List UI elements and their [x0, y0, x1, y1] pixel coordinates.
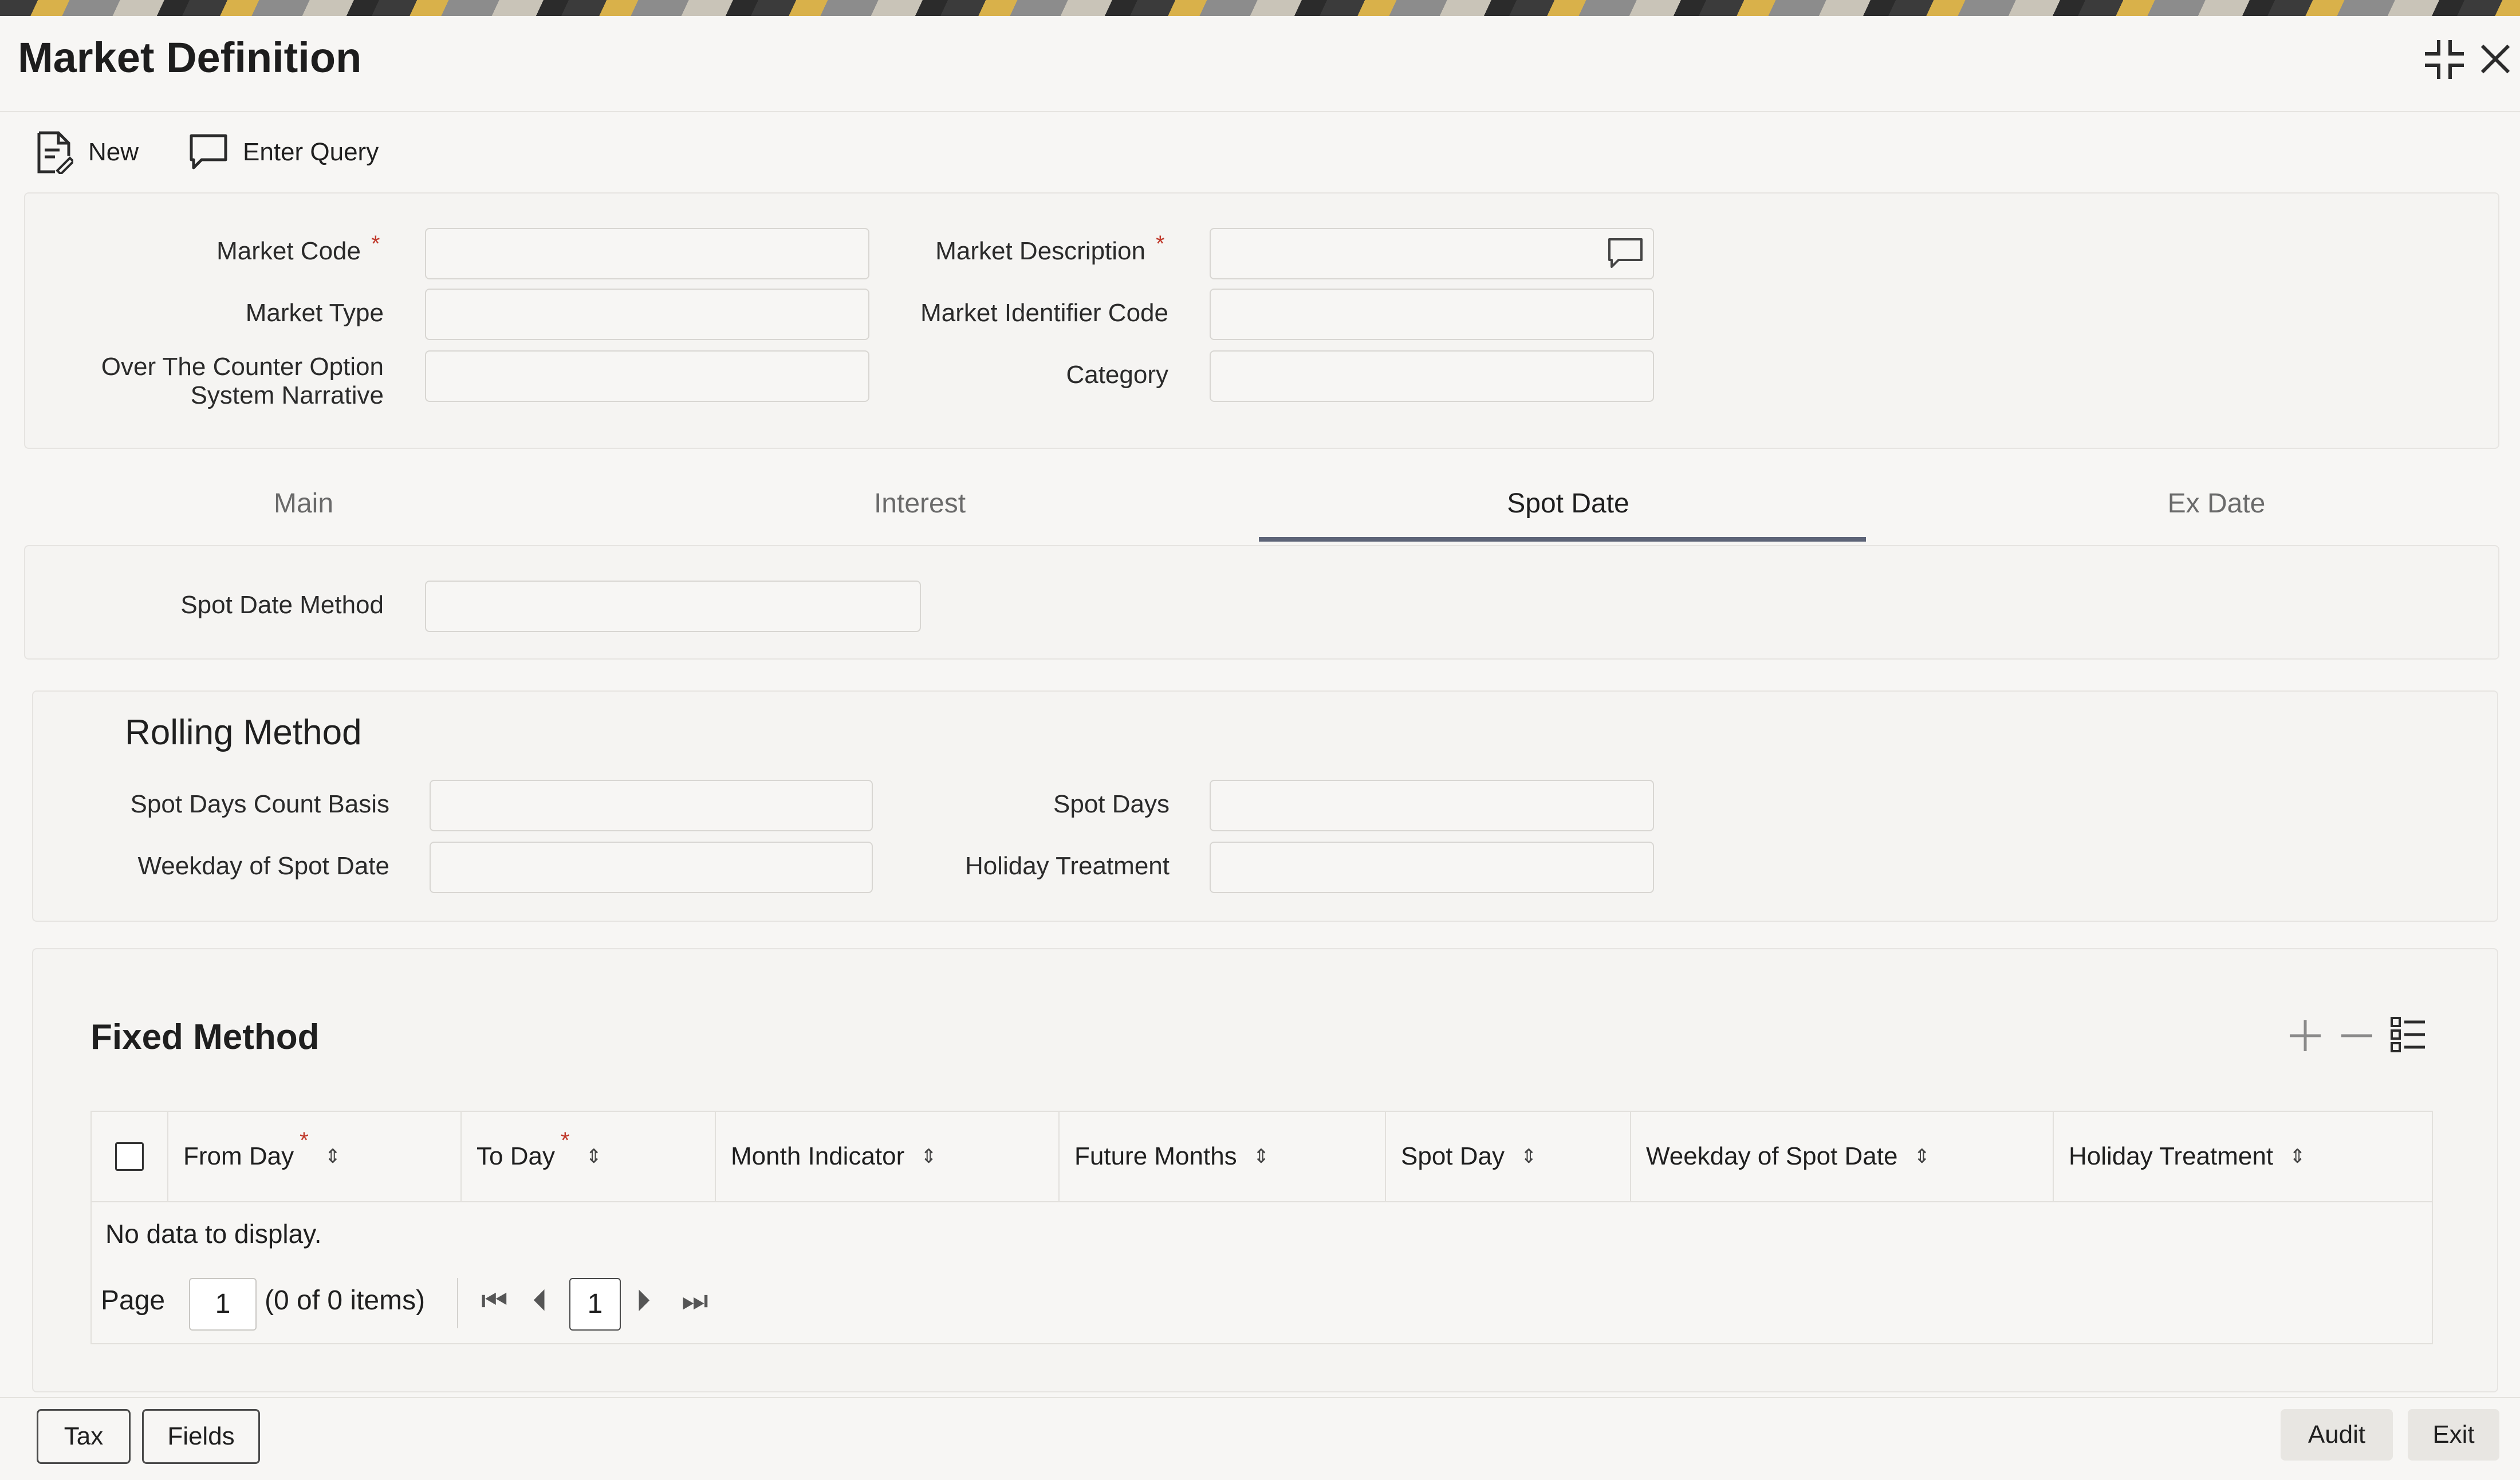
- column-from-day[interactable]: From Day * ⇕: [168, 1112, 462, 1201]
- add-row-icon[interactable]: [2287, 1018, 2323, 1053]
- to-day-required-mark: *: [560, 1127, 570, 1153]
- market-code-input[interactable]: [425, 228, 869, 279]
- rolling-method-title: Rolling Method: [125, 713, 362, 752]
- column-weekday-of-spot-date-label: Weekday of Spot Date: [1646, 1142, 1898, 1170]
- market-description-required-mark: *: [1156, 231, 1165, 256]
- column-holiday-treatment[interactable]: Holiday Treatment ⇕: [2054, 1112, 2432, 1201]
- tab-spot-date[interactable]: Spot Date: [1454, 488, 1683, 519]
- delete-row-icon[interactable]: [2339, 1018, 2375, 1053]
- first-page-icon[interactable]: ⏮: [481, 1284, 508, 1319]
- table-header: From Day * ⇕ To Day * ⇕ Month Indicator …: [92, 1112, 2432, 1202]
- holiday-treatment-label: Holiday Treatment: [964, 852, 1170, 880]
- spot-days-label: Spot Days: [1053, 790, 1170, 818]
- close-icon[interactable]: [2480, 44, 2511, 74]
- pager-items-count: (0 of 0 items): [265, 1285, 426, 1316]
- otc-option-narrative-label: Over The Counter Option System Narrative: [101, 353, 384, 409]
- header-divider: [0, 111, 2520, 112]
- tab-interest[interactable]: Interest: [805, 488, 1034, 519]
- tab-main[interactable]: Main: [189, 488, 418, 519]
- market-identifier-code-input[interactable]: [1210, 289, 1654, 340]
- spot-date-method-panel: [24, 545, 2499, 660]
- market-type-input[interactable]: [425, 289, 869, 340]
- top-banner-strip: [0, 0, 2520, 16]
- column-holiday-treatment-label: Holiday Treatment: [2069, 1142, 2274, 1170]
- sort-icon[interactable]: ⇕: [586, 1145, 603, 1168]
- column-future-months-label: Future Months: [1074, 1142, 1237, 1170]
- market-description-label: Market Description: [935, 237, 1145, 265]
- tab-ex-date[interactable]: Ex Date: [2102, 488, 2331, 519]
- column-to-day-label: To Day: [477, 1142, 555, 1170]
- column-month-indicator-label: Month Indicator: [731, 1142, 905, 1170]
- minimize-window-icon[interactable]: [2421, 37, 2467, 82]
- new-button[interactable]: New: [36, 127, 139, 177]
- pager-page-label: Page: [101, 1285, 166, 1316]
- active-tab-indicator: [1259, 537, 1866, 542]
- holiday-treatment-input[interactable]: [1210, 842, 1654, 893]
- page-number-input[interactable]: 1: [189, 1278, 257, 1331]
- sort-icon[interactable]: ⇕: [1521, 1145, 1537, 1168]
- category-input[interactable]: [1210, 350, 1654, 402]
- next-page-icon[interactable]: ⏵: [636, 1284, 651, 1319]
- otc-option-narrative-input[interactable]: [425, 350, 869, 402]
- sort-icon[interactable]: ⇕: [325, 1145, 341, 1168]
- column-from-day-label: From Day: [183, 1142, 294, 1170]
- pager-divider: [457, 1278, 458, 1328]
- column-spot-day-label: Spot Day: [1401, 1142, 1505, 1170]
- current-page-indicator[interactable]: 1: [569, 1278, 621, 1331]
- fields-button[interactable]: Fields: [142, 1409, 260, 1464]
- select-all-cell: [92, 1112, 168, 1201]
- exit-button[interactable]: Exit: [2408, 1409, 2499, 1461]
- weekday-of-spot-date-input[interactable]: [430, 842, 873, 893]
- market-code-label: Market Code: [216, 237, 361, 265]
- from-day-required-mark: *: [300, 1127, 309, 1153]
- new-document-icon: [37, 131, 73, 174]
- sort-icon[interactable]: ⇕: [1253, 1145, 1270, 1168]
- fixed-method-table: From Day * ⇕ To Day * ⇕ Month Indicator …: [90, 1111, 2433, 1344]
- query-chat-icon: [190, 134, 227, 169]
- category-label: Category: [1066, 361, 1168, 389]
- footer-bar: [0, 1397, 2520, 1480]
- column-month-indicator[interactable]: Month Indicator ⇕: [716, 1112, 1060, 1201]
- spot-days-count-basis-input[interactable]: [430, 780, 873, 831]
- weekday-of-spot-date-label: Weekday of Spot Date: [137, 852, 389, 880]
- tax-button[interactable]: Tax: [37, 1409, 131, 1464]
- last-page-icon[interactable]: ⏭: [682, 1284, 708, 1319]
- column-spot-day[interactable]: Spot Day ⇕: [1386, 1112, 1631, 1201]
- column-weekday-of-spot-date[interactable]: Weekday of Spot Date ⇕: [1631, 1112, 2054, 1201]
- market-description-input[interactable]: [1210, 228, 1654, 279]
- sort-icon[interactable]: ⇕: [920, 1145, 937, 1168]
- audit-button[interactable]: Audit: [2281, 1409, 2393, 1461]
- spot-date-method-input[interactable]: [425, 581, 921, 632]
- column-to-day[interactable]: To Day * ⇕: [462, 1112, 716, 1201]
- enter-query-button[interactable]: Enter Query: [189, 127, 379, 177]
- market-identifier-code-label: Market Identifier Code: [920, 299, 1168, 327]
- spot-days-count-basis-label: Spot Days Count Basis: [130, 790, 389, 818]
- market-type-label: Market Type: [245, 299, 384, 327]
- enter-query-button-label: Enter Query: [243, 138, 379, 166]
- market-code-required-mark: *: [371, 231, 380, 256]
- previous-page-icon[interactable]: ⏴: [533, 1284, 548, 1319]
- empty-table-message: No data to display.: [105, 1219, 322, 1249]
- description-narrative-icon[interactable]: [1607, 237, 1644, 270]
- select-all-checkbox[interactable]: [115, 1142, 144, 1171]
- spot-date-method-label: Spot Date Method: [180, 591, 384, 619]
- sort-icon[interactable]: ⇕: [1913, 1145, 1930, 1168]
- single-view-list-icon[interactable]: [2389, 1016, 2427, 1053]
- new-button-label: New: [88, 138, 139, 166]
- column-future-months[interactable]: Future Months ⇕: [1060, 1112, 1386, 1201]
- page-title: Market Definition: [18, 34, 362, 81]
- sort-icon[interactable]: ⇕: [2289, 1145, 2306, 1168]
- fixed-method-title: Fixed Method: [90, 1017, 320, 1057]
- spot-days-input[interactable]: [1210, 780, 1654, 831]
